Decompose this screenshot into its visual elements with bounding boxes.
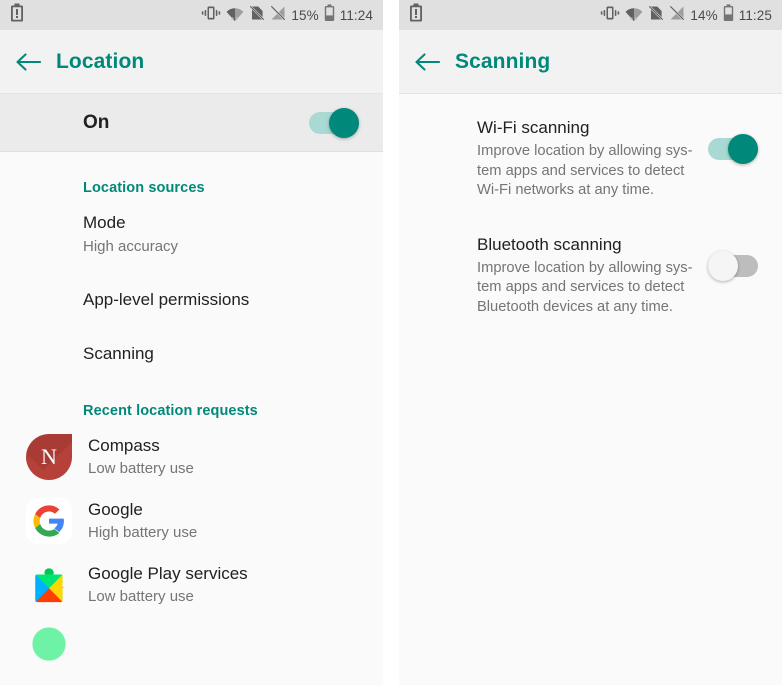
sim-off-icon xyxy=(249,5,265,26)
pref-primary: Wi-Fi scanning xyxy=(477,118,590,137)
wifi-scanning-switch-wrap xyxy=(708,116,758,164)
pref-text: Wi-Fi scanning Improve location by allow… xyxy=(477,116,708,201)
pref-row-wifi-scanning[interactable]: Wi-Fi scanning Improve location by allow… xyxy=(399,94,782,219)
app-bar-left: Location xyxy=(0,30,383,94)
bluetooth-scanning-switch-wrap xyxy=(708,233,758,281)
wifi-icon xyxy=(226,5,244,26)
dual-screenshot-container: 15% 11:24 Location On Location sources M… xyxy=(0,0,782,685)
compass-icon-letter: N xyxy=(41,444,57,469)
google-app-icon xyxy=(26,498,72,544)
battery-icon xyxy=(723,3,734,27)
pref-row-app-level-permissions[interactable]: App-level permissions xyxy=(0,273,383,327)
list-item-text: Google Play services Low battery use xyxy=(88,563,248,607)
location-content: Location sources Mode High accuracy App-… xyxy=(0,152,383,684)
pref-row-mode[interactable]: Mode High accuracy xyxy=(0,196,383,273)
google-maps-icon xyxy=(26,621,72,667)
pref-text: Bluetooth scanning Improve location by a… xyxy=(477,233,708,318)
scanning-content: Wi-Fi scanning Improve location by allow… xyxy=(399,94,782,685)
status-bar-right-icons: 15% 11:24 xyxy=(201,3,373,27)
status-bar-left-icons xyxy=(409,3,423,28)
play-services-icon-tile xyxy=(26,562,72,608)
battery-alert-icon xyxy=(409,3,423,28)
switch-thumb xyxy=(708,250,738,281)
pref-row-scanning[interactable]: Scanning xyxy=(0,327,383,381)
app-name: Google xyxy=(88,500,143,519)
app-name: Google Play services xyxy=(88,564,248,583)
left-phone-screen: 15% 11:24 Location On Location sources M… xyxy=(0,0,383,685)
clock-label: 11:24 xyxy=(339,7,373,23)
pref-row-bluetooth-scanning[interactable]: Bluetooth scanning Improve location by a… xyxy=(399,219,782,336)
switch-thumb xyxy=(728,134,758,164)
list-item-text: Compass Low battery use xyxy=(88,435,194,479)
maps-icon-tile xyxy=(26,621,72,667)
battery-percent-label: 15% xyxy=(291,7,319,23)
list-item-google[interactable]: Google High battery use xyxy=(0,489,383,553)
back-arrow-icon[interactable] xyxy=(0,51,56,73)
vibrate-icon xyxy=(600,5,620,26)
app-battery-use: High battery use xyxy=(88,524,198,541)
pref-primary: Bluetooth scanning xyxy=(477,234,622,254)
clock-label: 11:25 xyxy=(738,7,772,23)
battery-alert-icon xyxy=(10,3,24,28)
app-battery-use: Low battery use xyxy=(88,588,194,605)
location-master-switch[interactable] xyxy=(309,107,359,138)
status-bar-left: 15% 11:24 xyxy=(0,0,383,30)
list-item-partial[interactable] xyxy=(0,617,383,676)
list-item-compass[interactable]: N Compass Low battery use xyxy=(0,425,383,489)
cell-signal-off-icon xyxy=(669,5,685,26)
compass-app-icon: N xyxy=(26,434,72,480)
app-name: Compass xyxy=(88,436,160,455)
google-icon-tile xyxy=(26,498,72,544)
page-title: Scanning xyxy=(455,49,551,73)
location-master-toggle-row[interactable]: On xyxy=(0,94,383,152)
pref-primary: Mode xyxy=(83,213,126,232)
list-item-google-play-services[interactable]: Google Play services Low battery use xyxy=(0,553,383,617)
status-bar-right-icons: 14% 11:25 xyxy=(600,3,772,27)
compass-icon-shape: N xyxy=(26,434,72,480)
status-bar-left-icons xyxy=(10,3,24,28)
wifi-icon xyxy=(625,5,643,26)
pref-primary: App-level permissions xyxy=(83,290,250,309)
page-title: Location xyxy=(56,49,145,73)
section-header-location-sources: Location sources xyxy=(83,180,205,196)
bluetooth-scanning-switch[interactable] xyxy=(708,250,758,281)
battery-icon xyxy=(324,3,335,27)
status-bar-right: 14% 11:25 xyxy=(399,0,782,30)
pref-secondary: Improve location by allowing sys- tem ap… xyxy=(477,259,693,315)
right-phone-screen: 14% 11:25 Scanning Wi-Fi scanning Improv… xyxy=(399,0,782,685)
wifi-scanning-switch[interactable] xyxy=(708,134,758,164)
pref-secondary: High accuracy xyxy=(83,238,179,255)
pref-secondary: Improve location by allowing sys- tem ap… xyxy=(477,143,693,198)
list-item-text: Google High battery use xyxy=(88,499,197,543)
location-master-switch-wrap xyxy=(309,107,359,138)
pref-primary: Scanning xyxy=(83,344,154,363)
cell-signal-off-icon xyxy=(270,5,286,26)
location-master-label: On xyxy=(83,111,110,133)
battery-percent-label: 14% xyxy=(690,7,718,23)
vibrate-icon xyxy=(201,5,221,26)
app-battery-use: Low battery use xyxy=(88,460,194,477)
google-play-services-icon xyxy=(26,562,72,608)
back-arrow-icon[interactable] xyxy=(399,51,455,73)
section-header-recent-location-requests: Recent location requests xyxy=(83,403,258,419)
app-bar-right: Scanning xyxy=(399,30,782,94)
sim-off-icon xyxy=(648,5,664,26)
switch-thumb xyxy=(329,107,359,138)
